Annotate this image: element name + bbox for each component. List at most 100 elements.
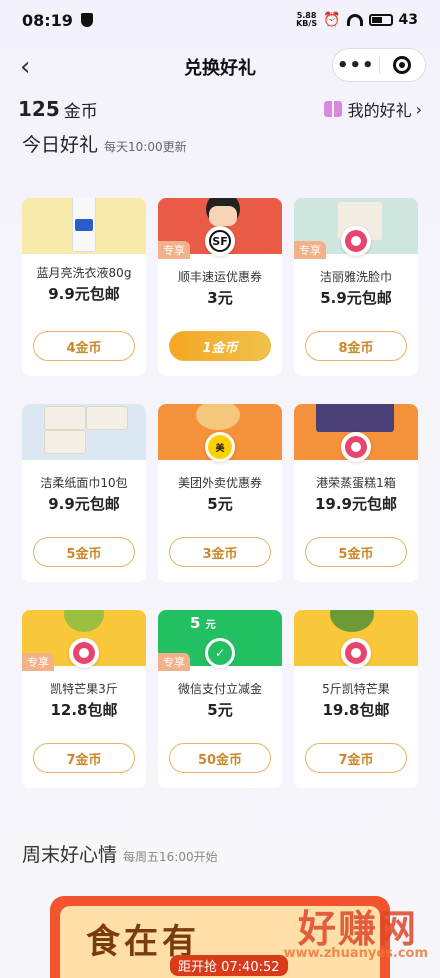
- status-icons: 5.88 KB/S ⏰ 43: [296, 11, 418, 29]
- food-bowl-image: [196, 404, 240, 430]
- product-price: 12.8包邮: [50, 701, 118, 719]
- battery-icon: [368, 14, 393, 26]
- product-name: 洁柔纸面巾10包: [40, 476, 128, 490]
- product-name: 凯特芒果3斤: [50, 682, 118, 696]
- brand-logo: [341, 638, 371, 668]
- page-title: 兑换好礼: [184, 58, 256, 79]
- product-name: 港荣蒸蛋糕1箱: [316, 476, 396, 490]
- countdown-timer: 距开抢 07:40:52: [170, 955, 288, 976]
- brand-logo: [341, 432, 371, 462]
- redeem-button[interactable]: 1金币: [169, 331, 271, 361]
- product-card[interactable]: 洁柔纸面巾10包 9.9元包邮 5金币: [22, 404, 146, 582]
- close-icon: [393, 56, 412, 74]
- redeem-button[interactable]: 7金币: [305, 743, 407, 773]
- mango-image: [64, 610, 104, 632]
- status-bar: 08:19 5.88 KB/S ⏰ 43: [0, 0, 440, 40]
- product-card[interactable]: 5斤凯特芒果 19.8包邮 7金币: [294, 610, 418, 788]
- nav-bar: ‹ 兑换好礼 •••: [0, 40, 440, 94]
- product-price: 19.8包邮: [322, 701, 390, 719]
- product-name: 洁丽雅洗脸巾: [319, 270, 392, 284]
- redeem-button[interactable]: 7金币: [33, 743, 135, 773]
- product-image: [294, 610, 418, 668]
- detergent-bottle-image: [72, 198, 96, 252]
- product-name: 微信支付立减金: [177, 682, 262, 696]
- product-card[interactable]: 5 元 专享 ✓ 微信支付立减金 5元 50金币: [158, 610, 282, 788]
- product-card[interactable]: 专享 洁丽雅洗脸巾 5.9元包邮 8金币: [294, 198, 418, 376]
- battery-level: 43: [398, 12, 418, 28]
- my-gifts-link[interactable]: 我的好礼 ›: [323, 97, 422, 121]
- today-subtitle: 每天10:00更新: [104, 140, 187, 154]
- weekend-title: 周末好心情: [22, 844, 118, 866]
- product-image: 专享: [294, 198, 418, 259]
- wechat-pay-logo: ✓: [205, 638, 235, 668]
- product-card[interactable]: 美 美团外卖优惠券 5元 3金币: [158, 404, 282, 582]
- product-card[interactable]: 港荣蒸蛋糕1箱 19.9元包邮 5金币: [294, 404, 418, 582]
- redeem-button[interactable]: 5金币: [305, 537, 407, 567]
- product-image: [294, 404, 418, 462]
- watermark-logo: 好赚网: [297, 907, 418, 951]
- exclusive-tag: 专享: [158, 653, 190, 671]
- product-name: 美团外卖优惠券: [177, 476, 262, 490]
- product-image: 美: [158, 404, 282, 462]
- redeem-button[interactable]: 50金币: [169, 743, 271, 773]
- product-price: 9.9元包邮: [48, 285, 120, 303]
- weekend-section-header: 周末好心情 每周五16:00开始: [22, 840, 218, 867]
- wechat-pay-icon: ✓: [208, 641, 232, 665]
- redeem-button[interactable]: 5金币: [33, 537, 135, 567]
- voucher-amount: 5 元: [190, 614, 216, 632]
- product-image: 5 元 专享 ✓: [158, 610, 282, 671]
- mini-program-capsule: •••: [332, 48, 426, 82]
- exclusive-tag: 专享: [294, 241, 326, 259]
- tissue-pack-image: [44, 430, 86, 454]
- net-speed: 5.88 KB/S: [296, 11, 318, 28]
- product-price: 3元: [207, 289, 233, 307]
- coin-unit: 金币: [63, 101, 98, 122]
- product-card[interactable]: 专享 SF 顺丰速运优惠券 3元 1金币: [158, 198, 282, 376]
- meituan-logo: 美: [205, 432, 235, 462]
- brand-icon: [73, 642, 95, 664]
- more-button[interactable]: •••: [333, 55, 379, 76]
- brand-logo: [69, 638, 99, 668]
- cake-box-image: [316, 404, 394, 432]
- sf-icon: SF: [209, 230, 231, 252]
- product-price: 9.9元包邮: [48, 495, 120, 513]
- tissue-pack-image: [86, 406, 128, 430]
- tissue-pack-image: [44, 406, 86, 430]
- product-price: 5元: [207, 701, 233, 719]
- brand-icon: [345, 642, 367, 664]
- redeem-button[interactable]: 8金币: [305, 331, 407, 361]
- product-grid: 蓝月亮洗衣液80g 9.9元包邮 4金币 专享 SF 顺丰速运优惠券 3元 1金…: [22, 198, 418, 788]
- today-title: 今日好礼: [22, 134, 99, 156]
- product-card[interactable]: 蓝月亮洗衣液80g 9.9元包邮 4金币: [22, 198, 146, 376]
- coin-amount: 125: [18, 97, 60, 121]
- my-gifts-label: 我的好礼: [347, 101, 412, 120]
- redeem-button[interactable]: 3金币: [169, 537, 271, 567]
- brand-icon: [345, 436, 367, 458]
- gift-icon: [323, 101, 342, 117]
- close-button[interactable]: [380, 56, 426, 74]
- product-image: [22, 404, 146, 460]
- product-image: 专享 SF: [158, 198, 282, 259]
- product-name: 顺丰速运优惠券: [177, 270, 262, 284]
- product-name: 5斤凯特芒果: [322, 682, 390, 696]
- brand-logo: [341, 226, 371, 256]
- sf-express-logo: SF: [205, 226, 235, 256]
- brand-icon: [345, 230, 367, 252]
- wifi-icon: [346, 14, 363, 26]
- exclusive-tag: 专享: [158, 241, 190, 259]
- product-price: 5元: [207, 495, 233, 513]
- redeem-button[interactable]: 4金币: [33, 331, 135, 361]
- product-price: 5.9元包邮: [320, 289, 392, 307]
- watermark-url: www.zhuanyes.com: [283, 946, 428, 961]
- shield-icon: [80, 13, 93, 27]
- product-card[interactable]: 专享 凯特芒果3斤 12.8包邮 7金币: [22, 610, 146, 788]
- weekend-subtitle: 每周五16:00开始: [123, 850, 218, 864]
- product-image: 专享: [22, 610, 146, 671]
- clock: 08:19: [22, 10, 73, 30]
- meituan-icon: 美: [208, 435, 232, 459]
- chevron-right-icon: ›: [415, 99, 422, 119]
- exclusive-tag: 专享: [22, 653, 54, 671]
- mango-image: [330, 610, 374, 632]
- coin-balance-row: 125 金币 我的好礼 ›: [0, 94, 440, 124]
- chevron-left-icon[interactable]: ‹: [20, 52, 30, 82]
